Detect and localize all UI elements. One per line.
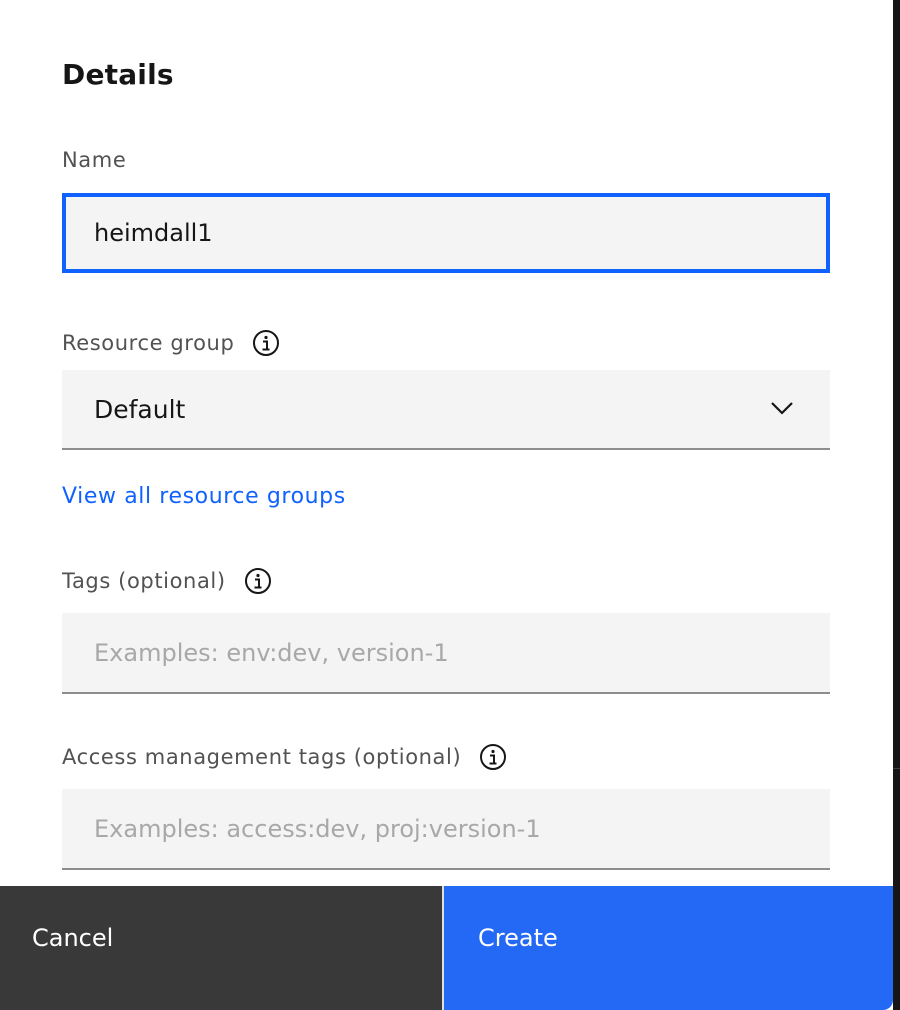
name-label-text: Name <box>62 148 127 172</box>
info-icon[interactable] <box>252 329 280 357</box>
panel-edge-shadow <box>893 0 900 1010</box>
info-icon[interactable] <box>244 567 272 595</box>
details-heading: Details <box>62 58 174 91</box>
tags-label-text: Tags (optional) <box>62 569 226 593</box>
tags-label: Tags (optional) <box>62 567 272 595</box>
cancel-button[interactable]: Cancel <box>0 886 444 1010</box>
access-management-tags-label-text: Access management tags (optional) <box>62 745 462 769</box>
tags-input[interactable] <box>62 613 830 694</box>
name-label: Name <box>62 148 126 172</box>
details-form-panel: Details Name Resource group Default <box>0 0 893 1010</box>
create-resource-panel-page: Details Name Resource group Default <box>0 0 900 1010</box>
name-input[interactable] <box>62 193 830 273</box>
resource-group-selected-value: Default <box>94 394 186 424</box>
resource-group-label: Resource group <box>62 329 280 357</box>
create-button[interactable]: Create <box>444 886 893 1010</box>
panel-footer: Cancel Create <box>0 886 893 1010</box>
info-icon[interactable] <box>479 743 507 771</box>
resource-group-select[interactable]: Default <box>62 370 830 450</box>
resource-group-label-text: Resource group <box>62 331 235 355</box>
view-all-resource-groups-link[interactable]: View all resource groups <box>62 484 346 509</box>
panel-edge-divider <box>893 768 900 769</box>
access-management-tags-label: Access management tags (optional) <box>62 743 507 771</box>
access-management-tags-input[interactable] <box>62 789 830 870</box>
chevron-down-icon <box>770 400 794 419</box>
